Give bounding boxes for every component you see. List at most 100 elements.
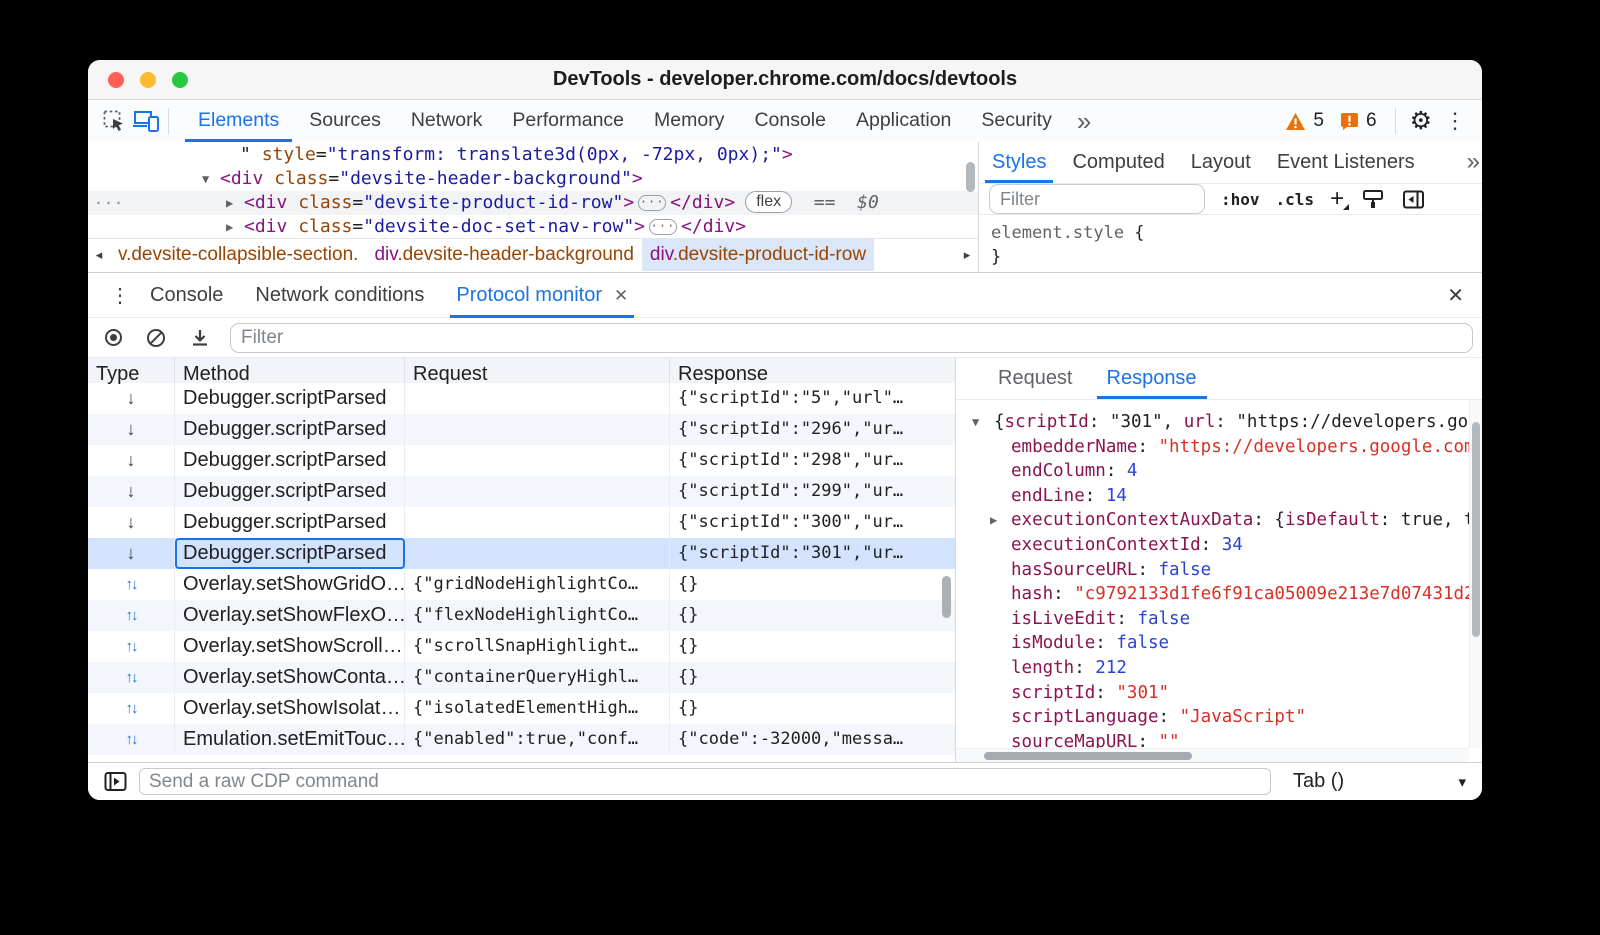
tab-console[interactable]: Console (739, 100, 841, 142)
table-row[interactable]: ↓Debugger.scriptParsed{"scriptId":"5","u… (88, 383, 955, 414)
tab-network[interactable]: Network (396, 100, 498, 142)
toggle-element-state-button[interactable]: :hov (1221, 190, 1260, 209)
table-row[interactable]: ↓Debugger.scriptParsed{"scriptId":"296",… (88, 414, 955, 445)
table-row[interactable]: ↓Debugger.scriptParsed{"scriptId":"299",… (88, 476, 955, 507)
target-selector[interactable]: Tab () (1293, 770, 1344, 793)
tree-line[interactable]: ···▶<div class="devsite-product-id-row">… (88, 191, 978, 215)
clear-icon[interactable] (146, 328, 166, 348)
json-line[interactable]: embedderName: "https://developers.google… (956, 435, 1469, 460)
close-window-button[interactable] (108, 72, 124, 88)
cdp-command-bar: Tab () ▾ (88, 762, 1482, 800)
detail-vertical-scrollbar[interactable] (1469, 400, 1482, 748)
json-line[interactable]: hasSourceURL: false (956, 558, 1469, 583)
breadcrumb-scroll-left-icon[interactable]: ◂ (88, 247, 110, 263)
styles-filter-input[interactable] (989, 184, 1205, 214)
styles-tab-computed[interactable]: Computed (1059, 142, 1177, 183)
detail-horizontal-scrollbar-thumb[interactable] (984, 752, 1192, 760)
cdp-command-input[interactable] (139, 768, 1271, 795)
tab-performance[interactable]: Performance (497, 100, 639, 142)
breadcrumb-scroll-right-icon[interactable]: ▸ (956, 247, 978, 263)
settings-gear-icon[interactable]: ⚙ (1410, 109, 1432, 134)
computed-styles-sidebar-toggle-icon[interactable] (1402, 189, 1425, 210)
element-style-rule[interactable]: element.style {} (979, 215, 1482, 275)
styles-tab-layout[interactable]: Layout (1178, 142, 1264, 183)
tree-line[interactable]: " style="transform: translate3d(0px, -72… (88, 143, 978, 167)
more-panels-icon[interactable]: » (1067, 102, 1101, 140)
tree-line[interactable]: ▶<div class="devsite-doc-set-nav-row">··… (88, 215, 978, 238)
detail-horizontal-scrollbar[interactable] (956, 748, 1469, 762)
json-line[interactable]: scriptId: "301" (956, 681, 1469, 706)
table-row[interactable]: ↓Debugger.scriptParsed{"scriptId":"300",… (88, 507, 955, 538)
styles-tab-styles[interactable]: Styles (979, 142, 1059, 183)
received-arrow-icon: ↓ (127, 543, 136, 564)
response-cell: {} (670, 600, 955, 631)
table-scrollbar-thumb[interactable] (942, 576, 951, 618)
detail-tab-response[interactable]: Response (1095, 358, 1209, 399)
tree-line[interactable]: ▼<div class="devsite-header-background"> (88, 167, 978, 191)
expand-icon: ▶ (226, 215, 244, 238)
received-arrow-icon: ↓ (127, 388, 136, 409)
json-line[interactable]: executionContextId: 34 (956, 533, 1469, 558)
breadcrumb-item[interactable]: div.devsite-product-id-row (642, 239, 874, 271)
device-toolbar-icon[interactable] (130, 105, 162, 137)
zoom-window-button[interactable] (172, 72, 188, 88)
warnings-badge[interactable]: 5 (1281, 110, 1328, 132)
kebab-menu-icon[interactable]: ⋮ (1440, 110, 1470, 132)
table-row[interactable]: ↑↓Overlay.setShowGridO…{"gridNodeHighlig… (88, 569, 955, 600)
sent-received-arrows-icon: ↑↓ (126, 700, 137, 717)
breadcrumb-item[interactable]: div.devsite-header-background (366, 239, 641, 271)
json-line[interactable]: ▶executionContextAuxData: {isDefault: tr… (956, 508, 1469, 533)
tab-sources[interactable]: Sources (294, 100, 396, 142)
message-type-cell: ↑↓ (88, 662, 175, 693)
json-line[interactable]: isLiveEdit: false (956, 607, 1469, 632)
response-json-tree: ▼{scriptId: "301", url: "https://develop… (956, 400, 1469, 748)
json-line[interactable]: endColumn: 4 (956, 459, 1469, 484)
table-row[interactable]: ↑↓Overlay.setShowScroll…{"scrollSnapHigh… (88, 631, 955, 662)
elements-scrollbar-thumb[interactable] (966, 162, 975, 192)
style-close-brace: } (991, 247, 1001, 267)
detail-vertical-scrollbar-thumb[interactable] (1472, 422, 1480, 637)
issues-badge[interactable]: 6 (1336, 110, 1381, 132)
minimize-window-button[interactable] (140, 72, 156, 88)
json-line[interactable]: hash: "c9792133d1fe6f91ca05009e213e7d074… (956, 582, 1469, 607)
tab-memory[interactable]: Memory (639, 100, 739, 142)
response-cell: {"scriptId":"299","ur… (670, 476, 955, 507)
table-row[interactable]: ↓Debugger.scriptParsed{"scriptId":"298",… (88, 445, 955, 476)
collapsed-content-icon: ··· (638, 195, 666, 211)
drawer-kebab-menu-icon[interactable]: ⋮ (106, 283, 134, 308)
protocol-filter-input[interactable] (230, 323, 1473, 353)
json-line[interactable]: isModule: false (956, 631, 1469, 656)
drawer-tab-console[interactable]: Console (134, 273, 239, 318)
json-line[interactable]: sourceMapURL: "" (956, 730, 1469, 748)
table-row[interactable]: ↑↓Overlay.setShowFlexO…{"flexNodeHighlig… (88, 600, 955, 631)
target-dropdown-chevron-icon[interactable]: ▾ (1458, 773, 1466, 791)
save-icon[interactable] (190, 328, 210, 348)
json-line[interactable]: scriptLanguage: "JavaScript" (956, 705, 1469, 730)
method-cell: Overlay.setShowFlexO… (175, 600, 405, 631)
tab-close-icon: ✕ (614, 274, 628, 317)
breadcrumb-item[interactable]: v.devsite-collapsible-section. (110, 239, 366, 271)
table-row[interactable]: ↓Debugger.scriptParsed{"scriptId":"301",… (88, 538, 955, 569)
tab-security[interactable]: Security (966, 100, 1066, 142)
more-styles-tabs-icon[interactable]: » (1467, 142, 1482, 183)
record-button[interactable] (105, 329, 122, 346)
drawer-tab-network-conditions[interactable]: Network conditions (239, 273, 440, 318)
json-line[interactable]: length: 212 (956, 656, 1469, 681)
drawer-tab-protocol-monitor[interactable]: Protocol monitor✕ (440, 273, 644, 318)
detail-tab-request[interactable]: Request (986, 358, 1085, 399)
close-drawer-icon[interactable]: ✕ (1447, 283, 1464, 308)
json-line[interactable]: ▼{scriptId: "301", url: "https://develop… (956, 410, 1469, 435)
inspect-element-icon[interactable] (98, 105, 130, 137)
received-arrow-icon: ↓ (127, 481, 136, 502)
tab-elements[interactable]: Elements (183, 100, 294, 142)
table-row[interactable]: ↑↓Overlay.setShowIsolat…{"isolatedElemen… (88, 693, 955, 724)
table-row[interactable]: ↑↓Emulation.setEmitTouc…{"enabled":true,… (88, 724, 955, 755)
new-style-rule-icon[interactable]: + (1330, 189, 1344, 209)
element-classes-button[interactable]: .cls (1276, 190, 1315, 209)
table-row[interactable]: ↑↓Overlay.setShowConta…{"containerQueryH… (88, 662, 955, 693)
tab-application[interactable]: Application (841, 100, 966, 142)
json-line[interactable]: endLine: 14 (956, 484, 1469, 509)
expand-editor-icon[interactable] (104, 771, 127, 792)
rendering-emulations-icon[interactable] (1362, 188, 1384, 210)
styles-tab-event-listeners[interactable]: Event Listeners (1264, 142, 1428, 183)
